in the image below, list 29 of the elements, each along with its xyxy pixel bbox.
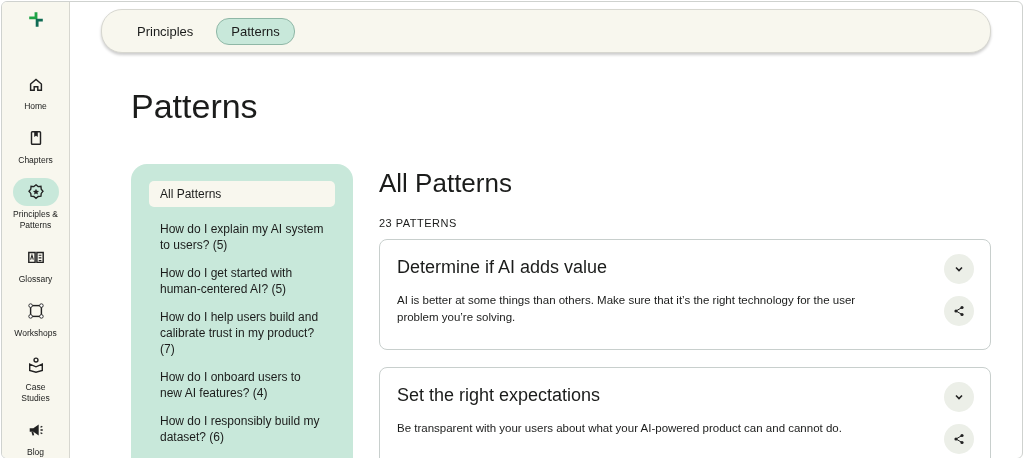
filter-item[interactable]: All Patterns [149,181,335,207]
tab[interactable]: Patterns [216,17,295,45]
nav-item[interactable]: Blog [3,416,68,458]
share-button[interactable] [944,424,974,454]
share-icon [953,305,965,317]
tab[interactable]: Principles [122,17,209,45]
filter-item[interactable]: How do I help users build and calibrate trust in my product? (7) [149,309,335,357]
pattern-description: Be transparent with your users about what your AI-powered product can and cannot do. [397,421,843,436]
pattern-description: AI is better at some things than others. Make sure that it’s the right technology for the user problem you’re solving. [397,293,857,325]
filter-item[interactable]: How do I get started with human-centered AI? (5) [149,265,335,297]
share-icon [953,433,965,445]
square-icon [26,302,45,320]
filter-item[interactable]: How do I responsibly build my dataset? (6) [149,413,335,445]
star-badge-icon [26,183,45,201]
section-title: All Patterns [379,167,513,199]
nav-item[interactable]: Case Studies [3,351,68,404]
nav-item[interactable]: Glossary [3,243,68,285]
pattern-count: 23 PATTERNS [379,217,458,229]
share-button[interactable] [944,296,974,326]
nav-item[interactable]: Principles & Patterns [3,178,68,231]
pattern-title: Determine if AI adds value [397,257,609,278]
filter-item[interactable]: How do I onboard users to new AI features? (4) [149,369,335,401]
filter-item[interactable]: How do I explain my AI system to users? (5) [149,221,335,253]
nav-item[interactable]: Workshops [3,297,68,339]
page-title: Patterns [131,86,259,126]
person-book-icon [26,356,45,374]
pattern-title: Set the right expectations [397,385,602,406]
nav-item[interactable]: Home [3,70,68,112]
nav-item[interactable]: Chapters [3,124,68,166]
